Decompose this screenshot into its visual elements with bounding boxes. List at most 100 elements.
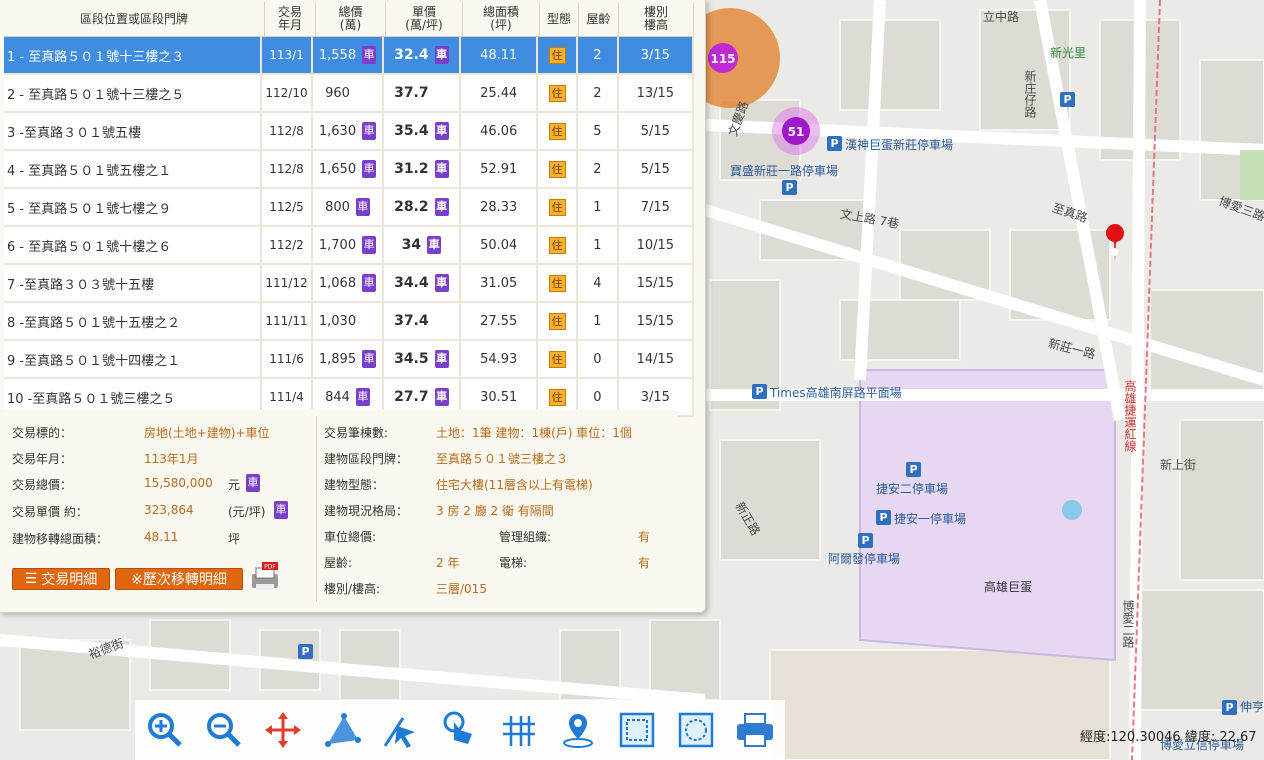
cell-unit-price: 31.2 車: [384, 151, 462, 187]
transfer-history-button[interactable]: ※歷次移轉明細: [115, 568, 243, 590]
cell-year-month-text: 112/10: [265, 86, 308, 100]
header-name[interactable]: 區段位置或區段門牌: [4, 2, 265, 37]
parking-badge-icon: 車: [434, 46, 449, 64]
residential-type-icon: 住: [548, 198, 566, 216]
cell-year-month: 112/5: [262, 189, 314, 225]
parking-label[interactable]: 捷安二停車場: [876, 480, 948, 497]
map-label: 新庄仔路: [1023, 70, 1037, 118]
header-total[interactable]: 總價 (萬): [316, 2, 386, 37]
table-row[interactable]: 4 - 至真路５０１號五樓之１ 112/8 1,650 車 31.2 車 52.91 住 2 5/…: [4, 151, 694, 189]
header-age[interactable]: 屋齡: [579, 2, 619, 37]
select-arrow-icon[interactable]: [379, 708, 423, 752]
residential-type-icon: 住: [548, 388, 566, 406]
cell-year-month-text: 113/1: [269, 48, 304, 62]
detail-value: 3 房 2 廳 2 衛 有隔間: [436, 504, 554, 518]
cell-unit-price-text: 32.4: [394, 47, 429, 63]
parking-badge-icon: 車: [355, 198, 370, 216]
cell-floor: 13/15: [619, 75, 694, 111]
table-row[interactable]: 7 -至真路３０３號十五樓 111/12 1,068 車 34.4 車 31.05 住 4 15/…: [4, 265, 694, 303]
touch-select-icon[interactable]: [438, 708, 482, 752]
detail-value: 113年1月: [144, 452, 199, 466]
location-marker-icon[interactable]: [556, 708, 600, 752]
zoom-out-icon[interactable]: [202, 708, 246, 752]
residential-type-icon: 住: [548, 46, 566, 64]
table-row[interactable]: 8 -至真路５０１號十五樓之２ 111/11 1,030 37.4 27.55 住 1 15/…: [4, 303, 694, 341]
pdf-print-icon[interactable]: PDF: [248, 560, 282, 594]
cell-age: 4: [578, 265, 619, 301]
pdf-text: PDF: [264, 564, 276, 571]
cluster-51[interactable]: 51: [788, 125, 805, 139]
cell-age-text: 2: [593, 161, 602, 177]
grid-tool-icon[interactable]: [497, 708, 541, 752]
table-row[interactable]: 3 -至真路３０１號五樓 112/8 1,630 車 35.4 車 46.06 住 5 5/15: [4, 113, 694, 151]
cell-age: 0: [578, 341, 619, 377]
map-label: 博愛二路: [1121, 600, 1135, 648]
cell-floor-text: 14/15: [636, 351, 675, 367]
landmark-label[interactable]: 高雄巨蛋: [984, 578, 1032, 595]
detail-value: 48.11: [144, 530, 179, 544]
cell-address-text: 8 -至真路５０１號十五樓之２: [7, 315, 181, 331]
cell-unit-price-text: 27.7: [394, 389, 429, 405]
cell-floor: 10/15: [619, 227, 694, 263]
cell-year-month: 113/1: [261, 37, 314, 73]
cell-area: 48.11: [461, 37, 539, 73]
cell-area-text: 25.44: [480, 85, 518, 101]
table-row[interactable]: 9 -至真路５０１號十四樓之１ 111/6 1,895 車 34.5 車 54.93 住 0 14…: [4, 341, 694, 379]
frame-select-icon[interactable]: [615, 708, 659, 752]
parking-label[interactable]: Times高雄南屏路平面場: [770, 384, 902, 401]
cell-address: 9 -至真路５０１號十四樓之１: [4, 341, 262, 377]
parking-label[interactable]: 阿爾發停車場: [828, 550, 900, 567]
list-icon: ☰: [24, 571, 38, 587]
parking-label[interactable]: 漢神巨蛋新莊停車場: [845, 136, 953, 153]
detail-unit: 坪: [228, 532, 241, 546]
cell-year-month: 112/10: [262, 75, 314, 111]
header-floor[interactable]: 樓別 樓高: [619, 2, 694, 37]
detail-label: 屋齡:: [324, 556, 353, 570]
cell-total-price: 960: [313, 75, 384, 111]
cell-address-text: 4 - 至真路５０１號五樓之１: [7, 163, 172, 179]
transaction-detail-button[interactable]: ☰ 交易明細: [12, 568, 110, 590]
table-row[interactable]: 6 - 至真路５０１號十樓之６ 112/2 1,700 車 34 車 50.04 住 1 10/1…: [4, 227, 694, 265]
table-row[interactable]: 2 - 至真路５０１號十三樓之５ 112/10 960 37.7 25.44 住 2 13/1…: [4, 75, 694, 113]
detail-value: 住宅大樓(11層含以上有電梯): [436, 478, 593, 492]
cell-age: 2: [578, 75, 619, 111]
parking-badge-icon: 車: [427, 236, 442, 254]
map-label: 高雄捷運紅線: [1123, 380, 1137, 452]
cell-total-price: 1,068 車: [313, 265, 384, 301]
header-area[interactable]: 總面積 (坪): [463, 2, 540, 37]
header-ym[interactable]: 交易 年月: [265, 2, 316, 37]
pan-icon[interactable]: [261, 708, 305, 752]
parking-badge-icon: 車: [434, 122, 449, 140]
cell-age: 1: [578, 227, 619, 263]
cell-unit-price: 34.5 車: [384, 341, 462, 377]
parking-label[interactable]: 捷安一停車場: [894, 510, 966, 527]
header-unit[interactable]: 單價 (萬/坪): [386, 2, 463, 37]
parking-badge-icon: 車: [362, 160, 377, 178]
cluster-115[interactable]: 115: [710, 52, 735, 66]
parking-icon: P: [782, 180, 797, 195]
cell-year-month-text: 112/8: [269, 162, 304, 176]
cell-total-price-text: 1,650: [318, 161, 357, 177]
parking-label[interactable]: 寶盛新莊一路停車場: [730, 162, 838, 179]
cell-area: 28.33: [461, 189, 539, 225]
parking-label[interactable]: 伸亨: [1240, 698, 1264, 715]
cell-floor-text: 5/15: [640, 123, 670, 139]
cell-address-text: 6 - 至真路５０１號十樓之６: [7, 239, 172, 255]
detail-unit: (元/坪): [228, 505, 266, 519]
cell-floor-text: 13/15: [636, 85, 675, 101]
detail-label: 建物區段門牌：: [324, 452, 409, 466]
cell-address-text: 10 -至真路５０１號三樓之５: [7, 391, 176, 407]
frame-circle-icon[interactable]: [674, 708, 718, 752]
cell-address-text: 2 - 至真路５０１號十三樓之５: [7, 87, 185, 103]
detail-value: 323,864: [144, 503, 194, 517]
header-type[interactable]: 型態: [540, 2, 579, 37]
zoom-in-icon[interactable]: [143, 708, 187, 752]
cell-address: 4 - 至真路５０１號五樓之１: [4, 151, 262, 187]
parking-badge-icon: 車: [362, 236, 377, 254]
table-row[interactable]: 1 - 至真路５０１號十三樓之３ 113/1 1,558 車 32.4 車 48.11 住 2 3…: [4, 37, 694, 75]
table-row[interactable]: 5 - 至真路５０１號七樓之９ 112/5 800 車 28.2 車 28.33 住 1 7/15: [4, 189, 694, 227]
cell-unit-price: 28.2 車: [384, 189, 462, 225]
print-icon[interactable]: [733, 708, 777, 752]
measure-area-icon[interactable]: [320, 708, 364, 752]
cell-age-text: 1: [593, 199, 602, 215]
